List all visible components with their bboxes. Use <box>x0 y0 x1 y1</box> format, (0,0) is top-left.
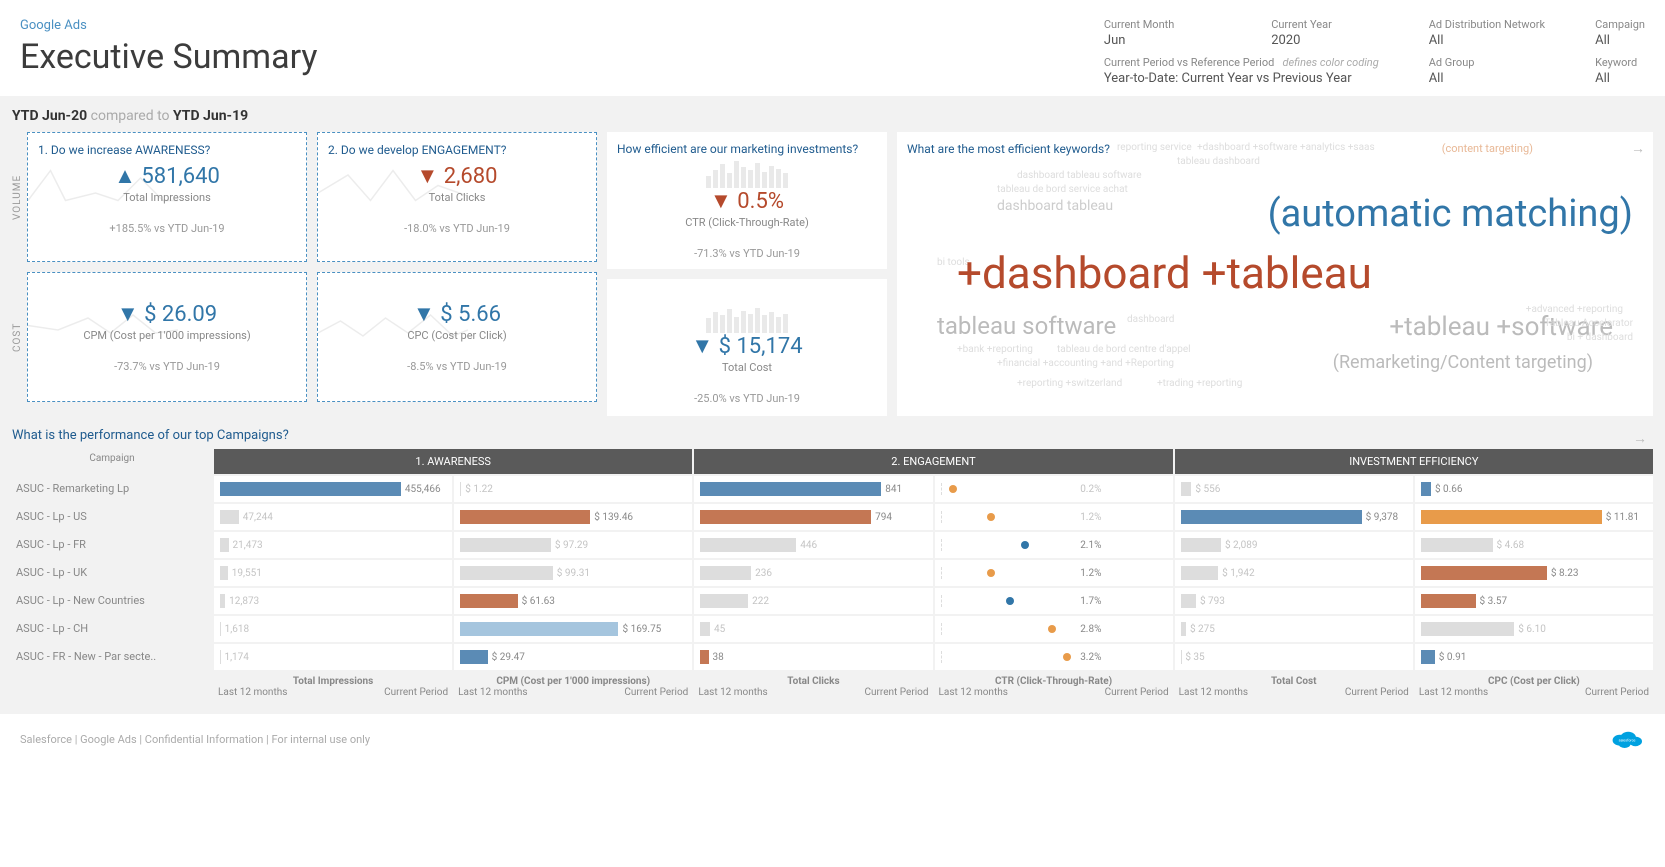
table-cell: $ 8.23 <box>1415 560 1653 586</box>
down-arrow-icon: ▼ <box>710 189 732 214</box>
table-cell: 794 <box>694 504 932 530</box>
table-cell: 2.1% <box>935 532 1173 558</box>
expand-icon[interactable]: → <box>1631 140 1645 157</box>
table-cell: 1.7% <box>935 588 1173 614</box>
kpi-cost[interactable]: ▼ $ 15,174 Total Cost -25.0% vs YTD Jun-… <box>607 279 887 416</box>
table-cell: $ 793 <box>1175 588 1413 614</box>
table-cell: 0.2% <box>935 476 1173 502</box>
col-footer: Total ClicksLast 12 monthsCurrent Period <box>694 672 932 702</box>
table-cell: $ 97.29 <box>454 532 692 558</box>
volume-label: VOLUME <box>12 132 23 262</box>
table-row-label[interactable]: ASUC - FR - New - Par secte.. <box>12 644 212 670</box>
table-cell: $ 4.68 <box>1415 532 1653 558</box>
kpi-ctr[interactable]: How efficient are our marketing investme… <box>607 132 887 269</box>
table-cell: 21,473 <box>214 532 452 558</box>
filter-adgroup[interactable]: Ad GroupAll <box>1429 56 1545 86</box>
page-title: Executive Summary <box>20 37 318 77</box>
ytd-comparison: YTD Jun-20 compared to YTD Jun-19 <box>12 108 1653 124</box>
col-footer: CTR (Click-Through-Rate)Last 12 monthsCu… <box>935 672 1173 702</box>
table-cell: $ 0.66 <box>1415 476 1653 502</box>
table-cell: $ 139.46 <box>454 504 692 530</box>
table-row-label[interactable]: ASUC - Lp - US <box>12 504 212 530</box>
kpi-cpc[interactable]: ▼ $ 5.66 CPC (Cost per Click) -8.5% vs Y… <box>317 272 597 402</box>
table-row-label[interactable]: ASUC - Lp - New Countries <box>12 588 212 614</box>
table-cell: 2.8% <box>935 616 1173 642</box>
table-cell: 1,618 <box>214 616 452 642</box>
table-cell: 222 <box>694 588 932 614</box>
table-cell: $ 6.10 <box>1415 616 1653 642</box>
filter-year[interactable]: Current Year2020 <box>1271 18 1379 48</box>
table-row-label[interactable]: ASUC - Lp - UK <box>12 560 212 586</box>
section-engagement: 2. ENGAGEMENT <box>694 449 1172 474</box>
table-cell: 38 <box>694 644 932 670</box>
table-cell: $ 556 <box>1175 476 1413 502</box>
section-awareness: 1. AWARENESS <box>214 449 692 474</box>
table-row-label[interactable]: ASUC - Lp - CH <box>12 616 212 642</box>
table-cell: $ 35 <box>1175 644 1413 670</box>
down-arrow-icon: ▼ <box>691 334 713 359</box>
table-cell: 47,244 <box>214 504 452 530</box>
col-campaign: Campaign <box>12 449 212 474</box>
table-cell: $ 61.63 <box>454 588 692 614</box>
up-arrow-icon: ▲ <box>114 164 136 189</box>
title-block: Google Ads Executive Summary <box>20 18 318 86</box>
table-cell: $ 3.57 <box>1415 588 1653 614</box>
kpi-cpm[interactable]: ▼ $ 26.09 CPM (Cost per 1'000 impression… <box>27 272 307 402</box>
table-cell: $ 1.22 <box>454 476 692 502</box>
col-footer: CPC (Cost per Click)Last 12 monthsCurren… <box>1415 672 1653 702</box>
salesforce-logo-icon: salesforce <box>1609 726 1645 752</box>
table-cell: $ 11.81 <box>1415 504 1653 530</box>
table-cell: 1,174 <box>214 644 452 670</box>
col-footer: Total CostLast 12 monthsCurrent Period <box>1175 672 1413 702</box>
col-footer: Total ImpressionsLast 12 monthsCurrent P… <box>214 672 452 702</box>
table-cell: 446 <box>694 532 932 558</box>
expand-icon[interactable]: → <box>1633 430 1653 447</box>
table-row-label[interactable]: ASUC - Lp - FR <box>12 532 212 558</box>
table-cell: $ 29.47 <box>454 644 692 670</box>
keyword-wordcloud[interactable]: What are the most efficient keywords? → … <box>897 132 1653 416</box>
table-cell: 841 <box>694 476 932 502</box>
table-cell: 19,551 <box>214 560 452 586</box>
kpi-clicks[interactable]: 2. Do we develop ENGAGEMENT? ▼ 2,680 Tot… <box>317 132 597 262</box>
table-cell: $ 99.31 <box>454 560 692 586</box>
table-cell: 1.2% <box>935 504 1173 530</box>
svg-text:salesforce: salesforce <box>1619 738 1636 742</box>
campaigns-section: What is the performance of our top Campa… <box>12 428 1653 702</box>
table-cell: $ 0.91 <box>1415 644 1653 670</box>
down-arrow-icon: ▼ <box>117 302 139 327</box>
subtitle: Google Ads <box>20 18 318 33</box>
table-cell: 1.2% <box>935 560 1173 586</box>
filters: Current MonthJun Current Year2020 Ad Dis… <box>1104 18 1645 86</box>
filter-keyword[interactable]: KeywordAll <box>1595 56 1645 86</box>
col-footer: CPM (Cost per 1'000 impressions)Last 12 … <box>454 672 692 702</box>
table-cell: 3.2% <box>935 644 1173 670</box>
filter-month[interactable]: Current MonthJun <box>1104 18 1221 48</box>
filter-network[interactable]: Ad Distribution NetworkAll <box>1429 18 1545 48</box>
table-cell: $ 169.75 <box>454 616 692 642</box>
filter-campaign[interactable]: CampaignAll <box>1595 18 1645 48</box>
table-cell: 455,466 <box>214 476 452 502</box>
table-cell: 45 <box>694 616 932 642</box>
campaign-table[interactable]: Campaign 1. AWARENESS 2. ENGAGEMENT INVE… <box>12 449 1653 702</box>
footer-text: Salesforce | Google Ads | Confidential I… <box>20 733 370 746</box>
kpi-impressions[interactable]: 1. Do we increase AWARENESS? ▲ 581,640 T… <box>27 132 307 262</box>
down-arrow-icon: ▼ <box>416 164 438 189</box>
cost-label: COST <box>12 272 23 402</box>
table-cell: 236 <box>694 560 932 586</box>
table-cell: $ 9,378 <box>1175 504 1413 530</box>
table-cell: $ 1,942 <box>1175 560 1413 586</box>
table-cell: $ 2,089 <box>1175 532 1413 558</box>
section-efficiency: INVESTMENT EFFICIENCY <box>1175 449 1653 474</box>
table-cell: 12,873 <box>214 588 452 614</box>
filter-period[interactable]: Current Period vs Reference Period defin… <box>1104 56 1379 86</box>
table-cell: $ 275 <box>1175 616 1413 642</box>
down-arrow-icon: ▼ <box>413 302 435 327</box>
table-row-label[interactable]: ASUC - Remarketing Lp <box>12 476 212 502</box>
